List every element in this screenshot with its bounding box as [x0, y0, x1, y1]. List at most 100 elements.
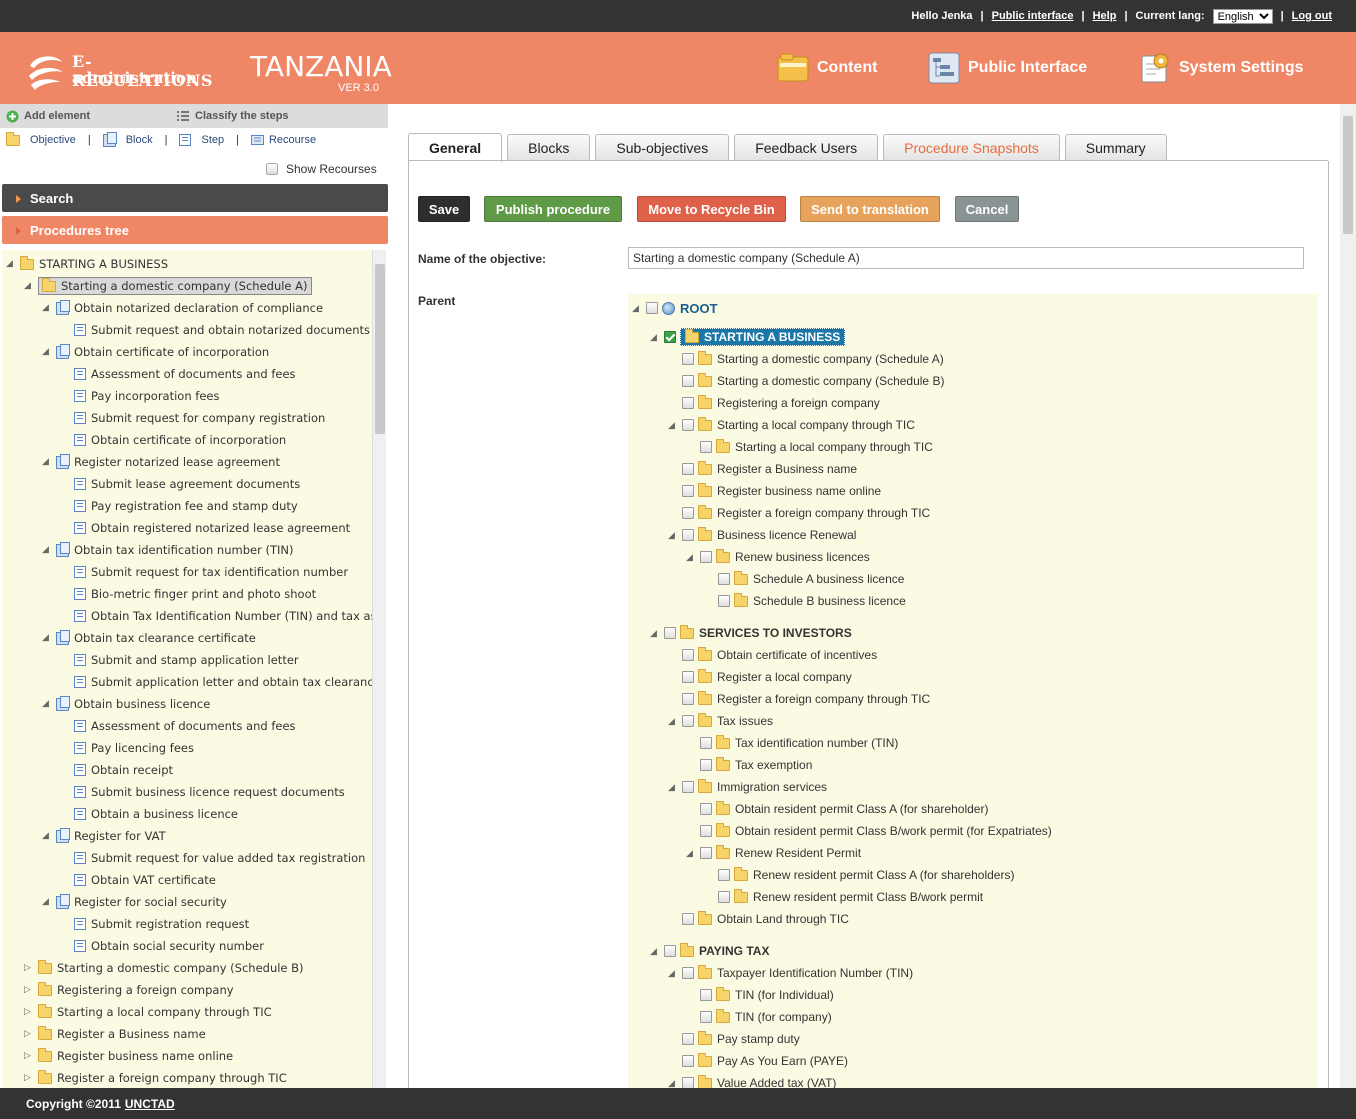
- parent-tree-item[interactable]: Starting a domestic company (Schedule B): [668, 371, 944, 391]
- parent-tree-item[interactable]: ◢ Tax issues: [668, 711, 773, 731]
- collapsed-toggle-icon[interactable]: ▷: [24, 1073, 38, 1083]
- expanded-toggle-icon[interactable]: ◢: [42, 633, 56, 643]
- parent-tree-item[interactable]: Pay stamp duty: [668, 1029, 800, 1049]
- parent-tree-item[interactable]: Registering a foreign company: [668, 393, 880, 413]
- parent-checkbox[interactable]: [682, 463, 694, 475]
- expanded-toggle-icon[interactable]: ◢: [668, 716, 682, 727]
- type-block[interactable]: Block: [102, 131, 153, 147]
- help-link[interactable]: Help: [1093, 10, 1117, 22]
- tree-item[interactable]: Pay licencing fees: [60, 738, 194, 758]
- classify-steps-button[interactable]: Classify the steps: [176, 110, 289, 123]
- parent-tree-item[interactable]: Renew resident permit Class A (for share…: [704, 865, 1014, 885]
- parent-checkbox[interactable]: [682, 967, 694, 979]
- send-to-translation-button[interactable]: Send to translation: [800, 196, 940, 222]
- expanded-toggle-icon[interactable]: ◢: [632, 303, 646, 314]
- parent-tree-item[interactable]: Obtain certificate of incentives: [668, 645, 877, 665]
- parent-tree-item[interactable]: ◢ Taxpayer Identification Number (TIN): [668, 963, 913, 983]
- parent-checkbox[interactable]: [682, 397, 694, 409]
- expanded-toggle-icon[interactable]: ◢: [686, 848, 700, 859]
- parent-checkbox[interactable]: [682, 353, 694, 365]
- tree-item[interactable]: Submit business licence request document…: [60, 782, 345, 802]
- parent-checkbox[interactable]: [700, 441, 712, 453]
- objective-name-input[interactable]: Starting a domestic company (Schedule A): [628, 247, 1304, 269]
- tree-item[interactable]: ▷ Register business name online: [24, 1046, 233, 1066]
- parent-checkbox[interactable]: [682, 1077, 694, 1088]
- expanded-toggle-icon[interactable]: ◢: [24, 281, 38, 291]
- tree-item[interactable]: ◢ Obtain certificate of incorporation: [42, 342, 269, 362]
- tree-item[interactable]: ◢ Register notarized lease agreement: [42, 452, 280, 472]
- parent-tree-item[interactable]: ◢ SERVICES TO INVESTORS: [650, 623, 852, 643]
- parent-checkbox[interactable]: [682, 1055, 694, 1067]
- tree-item[interactable]: ◢ Register for VAT: [42, 826, 166, 846]
- tree-item[interactable]: ◢ Obtain tax clearance certificate: [42, 628, 256, 648]
- parent-checkbox[interactable]: [682, 693, 694, 705]
- parent-checkbox[interactable]: [664, 627, 676, 639]
- collapsed-toggle-icon[interactable]: ▷: [24, 963, 38, 973]
- tree-item[interactable]: ◢ Register for social security: [42, 892, 227, 912]
- parent-checkbox[interactable]: [682, 671, 694, 683]
- tree-item[interactable]: Submit request and obtain notarized docu…: [60, 320, 370, 340]
- parent-checkbox[interactable]: [700, 803, 712, 815]
- expanded-toggle-icon[interactable]: ◢: [650, 332, 664, 343]
- parent-checkbox[interactable]: [682, 1033, 694, 1045]
- parent-tree-item[interactable]: ◢ Starting a local company through TIC: [668, 415, 915, 435]
- show-recourses-checkbox[interactable]: [266, 163, 278, 175]
- parent-checkbox[interactable]: [718, 573, 730, 585]
- move-to-recycle-bin-button[interactable]: Move to Recycle Bin: [637, 196, 786, 222]
- expanded-toggle-icon[interactable]: ◢: [42, 457, 56, 467]
- tree-item[interactable]: ▷ Register a foreign company through TIC: [24, 1068, 287, 1088]
- collapsed-toggle-icon[interactable]: ▷: [24, 985, 38, 995]
- collapsed-toggle-icon[interactable]: ▷: [24, 1007, 38, 1017]
- parent-tree-item[interactable]: Obtain resident permit Class B/work perm…: [686, 821, 1052, 841]
- procedures-tree-toggle[interactable]: Procedures tree: [2, 216, 388, 244]
- parent-tree-item[interactable]: Renew resident permit Class B/work permi…: [704, 887, 983, 907]
- tree-item[interactable]: Obtain VAT certificate: [60, 870, 216, 890]
- parent-checkbox[interactable]: [682, 375, 694, 387]
- tree-item[interactable]: Pay registration fee and stamp duty: [60, 496, 298, 516]
- parent-tree-item[interactable]: ◢ PAYING TAX: [650, 941, 769, 961]
- parent-tree-item[interactable]: Starting a domestic company (Schedule A): [668, 349, 944, 369]
- tab-feedback-users[interactable]: Feedback Users: [734, 134, 879, 161]
- tab-general[interactable]: General: [408, 133, 503, 162]
- parent-tree-item[interactable]: Register a Business name: [668, 459, 857, 479]
- expanded-toggle-icon[interactable]: ◢: [6, 259, 20, 269]
- parent-checkbox[interactable]: [682, 649, 694, 661]
- parent-tree-item[interactable]: Register a foreign company through TIC: [668, 503, 930, 523]
- parent-checkbox[interactable]: [718, 891, 730, 903]
- parent-checkbox[interactable]: [646, 302, 658, 314]
- parent-tree-item[interactable]: ◢ ROOT: [632, 298, 718, 318]
- parent-checkbox[interactable]: [700, 737, 712, 749]
- tab-summary[interactable]: Summary: [1064, 134, 1167, 161]
- parent-tree-item[interactable]: Register business name online: [668, 481, 881, 501]
- parent-checkbox[interactable]: [682, 419, 694, 431]
- nav-content[interactable]: Content: [777, 52, 877, 84]
- parent-checkbox[interactable]: [682, 529, 694, 541]
- parent-checkbox[interactable]: [682, 913, 694, 925]
- expanded-toggle-icon[interactable]: ◢: [668, 530, 682, 541]
- publish-procedure-button[interactable]: Publish procedure: [484, 196, 622, 222]
- parent-checkbox[interactable]: [700, 759, 712, 771]
- parent-tree-item[interactable]: Schedule B business licence: [704, 591, 906, 611]
- expanded-toggle-icon[interactable]: ◢: [42, 831, 56, 841]
- parent-checkbox[interactable]: [718, 595, 730, 607]
- parent-checkbox[interactable]: [664, 945, 676, 957]
- nav-system-settings[interactable]: System Settings: [1139, 52, 1303, 84]
- parent-checkbox[interactable]: [700, 847, 712, 859]
- parent-tree-item[interactable]: TIN (for Individual): [686, 985, 834, 1005]
- parent-checkbox[interactable]: [700, 989, 712, 1001]
- tree-item[interactable]: ◢ Obtain business licence: [42, 694, 210, 714]
- search-panel-toggle[interactable]: Search: [2, 184, 388, 212]
- tree-item[interactable]: Submit request for value added tax regis…: [60, 848, 365, 868]
- type-recourse[interactable]: Recourse: [250, 134, 316, 146]
- tab-blocks[interactable]: Blocks: [507, 134, 591, 161]
- parent-checkbox[interactable]: [682, 507, 694, 519]
- expanded-toggle-icon[interactable]: ◢: [42, 347, 56, 357]
- type-objective[interactable]: Objective: [6, 131, 76, 146]
- expanded-toggle-icon[interactable]: ◢: [42, 897, 56, 907]
- expanded-toggle-icon[interactable]: ◢: [668, 968, 682, 979]
- expanded-toggle-icon[interactable]: ◢: [42, 545, 56, 555]
- tree-item[interactable]: Pay incorporation fees: [60, 386, 219, 406]
- tree-item[interactable]: Obtain Tax Identification Number (TIN) a…: [60, 606, 372, 626]
- tree-item[interactable]: Submit request for company registration: [60, 408, 325, 428]
- parent-tree-item[interactable]: Pay As You Earn (PAYE): [668, 1051, 848, 1071]
